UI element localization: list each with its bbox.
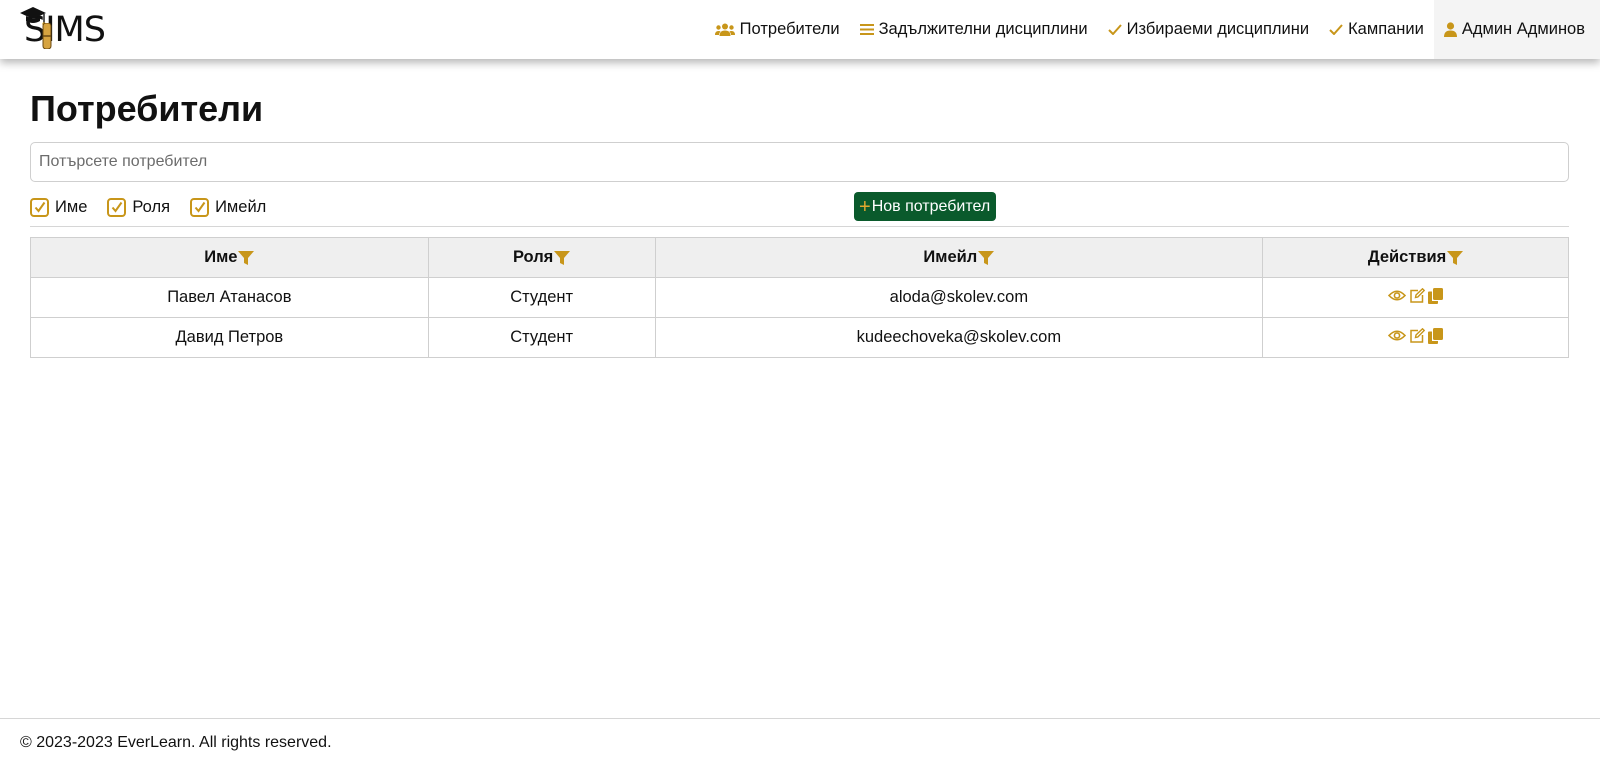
filter-name[interactable]: Име [30,197,88,217]
cell-role: Студент [427,277,656,318]
column-filters: Име Роля Имейл [30,196,286,218]
checkmark-icon [194,201,205,213]
edit-icon[interactable] [1409,287,1426,304]
filter-icon[interactable] [554,250,571,265]
table-header-row: Име Роля Имейл Действия [30,237,1569,278]
filter-label: Роля [132,197,171,216]
nav-item-mandatory-disciplines[interactable]: Задължителни дисциплини [850,0,1098,59]
diploma-scroll-icon [42,23,52,49]
table-row: Давид Петров Студент kudeechoveka@skolev… [30,317,1569,358]
page-title: Потребители [30,88,264,129]
users-table: Име Роля Имейл Действия Павел Атанасов С… [30,237,1569,358]
cell-email: kudeechoveka@skolev.com [654,317,1264,358]
column-header-actions[interactable]: Действия [1262,237,1569,278]
filter-icon[interactable] [238,250,255,265]
nav-item-label: Админ Админов [1461,20,1585,38]
nav-item-users[interactable]: Потребители [705,0,850,59]
checkbox[interactable] [190,197,210,217]
cell-email: aloda@skolev.com [654,277,1264,318]
nav-item-label: Кампании [1348,20,1424,38]
top-navbar: SIMS Потребители Задължителни дисциплини… [0,0,1600,59]
checkmark-icon [111,201,123,213]
nav-item-label: Избираеми дисциплини [1126,20,1310,38]
filter-label: Имейл [215,197,267,216]
new-user-button-label: Нов потребител [871,197,991,215]
view-icon[interactable] [1388,329,1407,342]
plus-icon: + [859,195,871,218]
cell-actions [1262,317,1569,358]
filter-role[interactable]: Роля [107,197,171,217]
check-icon [1107,24,1122,35]
nav-menu: Потребители Задължителни дисциплини Изби… [705,0,1600,59]
copy-icon[interactable] [1428,287,1444,304]
app-logo[interactable]: SIMS [18,4,118,50]
cell-role: Студент [427,317,656,358]
column-header-name[interactable]: Име [30,237,429,278]
copy-icon[interactable] [1428,327,1444,344]
column-header-email[interactable]: Имейл [654,237,1264,278]
divider [30,226,1569,227]
nav-item-elective-disciplines[interactable]: Избираеми дисциплини [1098,0,1319,59]
column-header-label: Роля [512,248,554,266]
filter-label: Име [55,197,88,216]
edit-icon[interactable] [1409,327,1426,344]
column-header-role[interactable]: Роля [427,237,656,278]
search-input[interactable] [30,142,1569,182]
footer-divider [0,718,1600,719]
column-header-label: Действия [1367,248,1447,266]
checkmark-icon [34,201,45,213]
list-icon [859,23,874,36]
filter-email[interactable]: Имейл [190,197,267,217]
cell-name: Давид Петров [30,317,429,358]
filter-icon[interactable] [978,250,995,265]
check-icon [1329,24,1343,35]
view-icon[interactable] [1388,289,1407,302]
nav-item-label: Потребители [739,20,840,38]
column-header-label: Име [204,248,238,266]
cell-actions [1262,277,1569,318]
footer-copyright: © 2023-2023 EverLearn. All rights reserv… [20,734,332,751]
column-header-label: Имейл [923,248,978,266]
new-user-button[interactable]: + Нов потребител [854,192,997,221]
nav-item-label: Задължителни дисциплини [878,20,1088,38]
checkbox[interactable] [107,197,127,217]
checkbox[interactable] [30,197,49,217]
filter-icon[interactable] [1447,250,1464,265]
users-icon [714,23,735,37]
nav-item-account[interactable]: Админ Админов [1433,0,1600,59]
cell-name: Павел Атанасов [30,277,429,318]
table-row: Павел Атанасов Студент aloda@skolev.com [30,277,1569,318]
nav-item-campaigns[interactable]: Кампании [1319,0,1434,59]
user-icon [1443,22,1457,37]
